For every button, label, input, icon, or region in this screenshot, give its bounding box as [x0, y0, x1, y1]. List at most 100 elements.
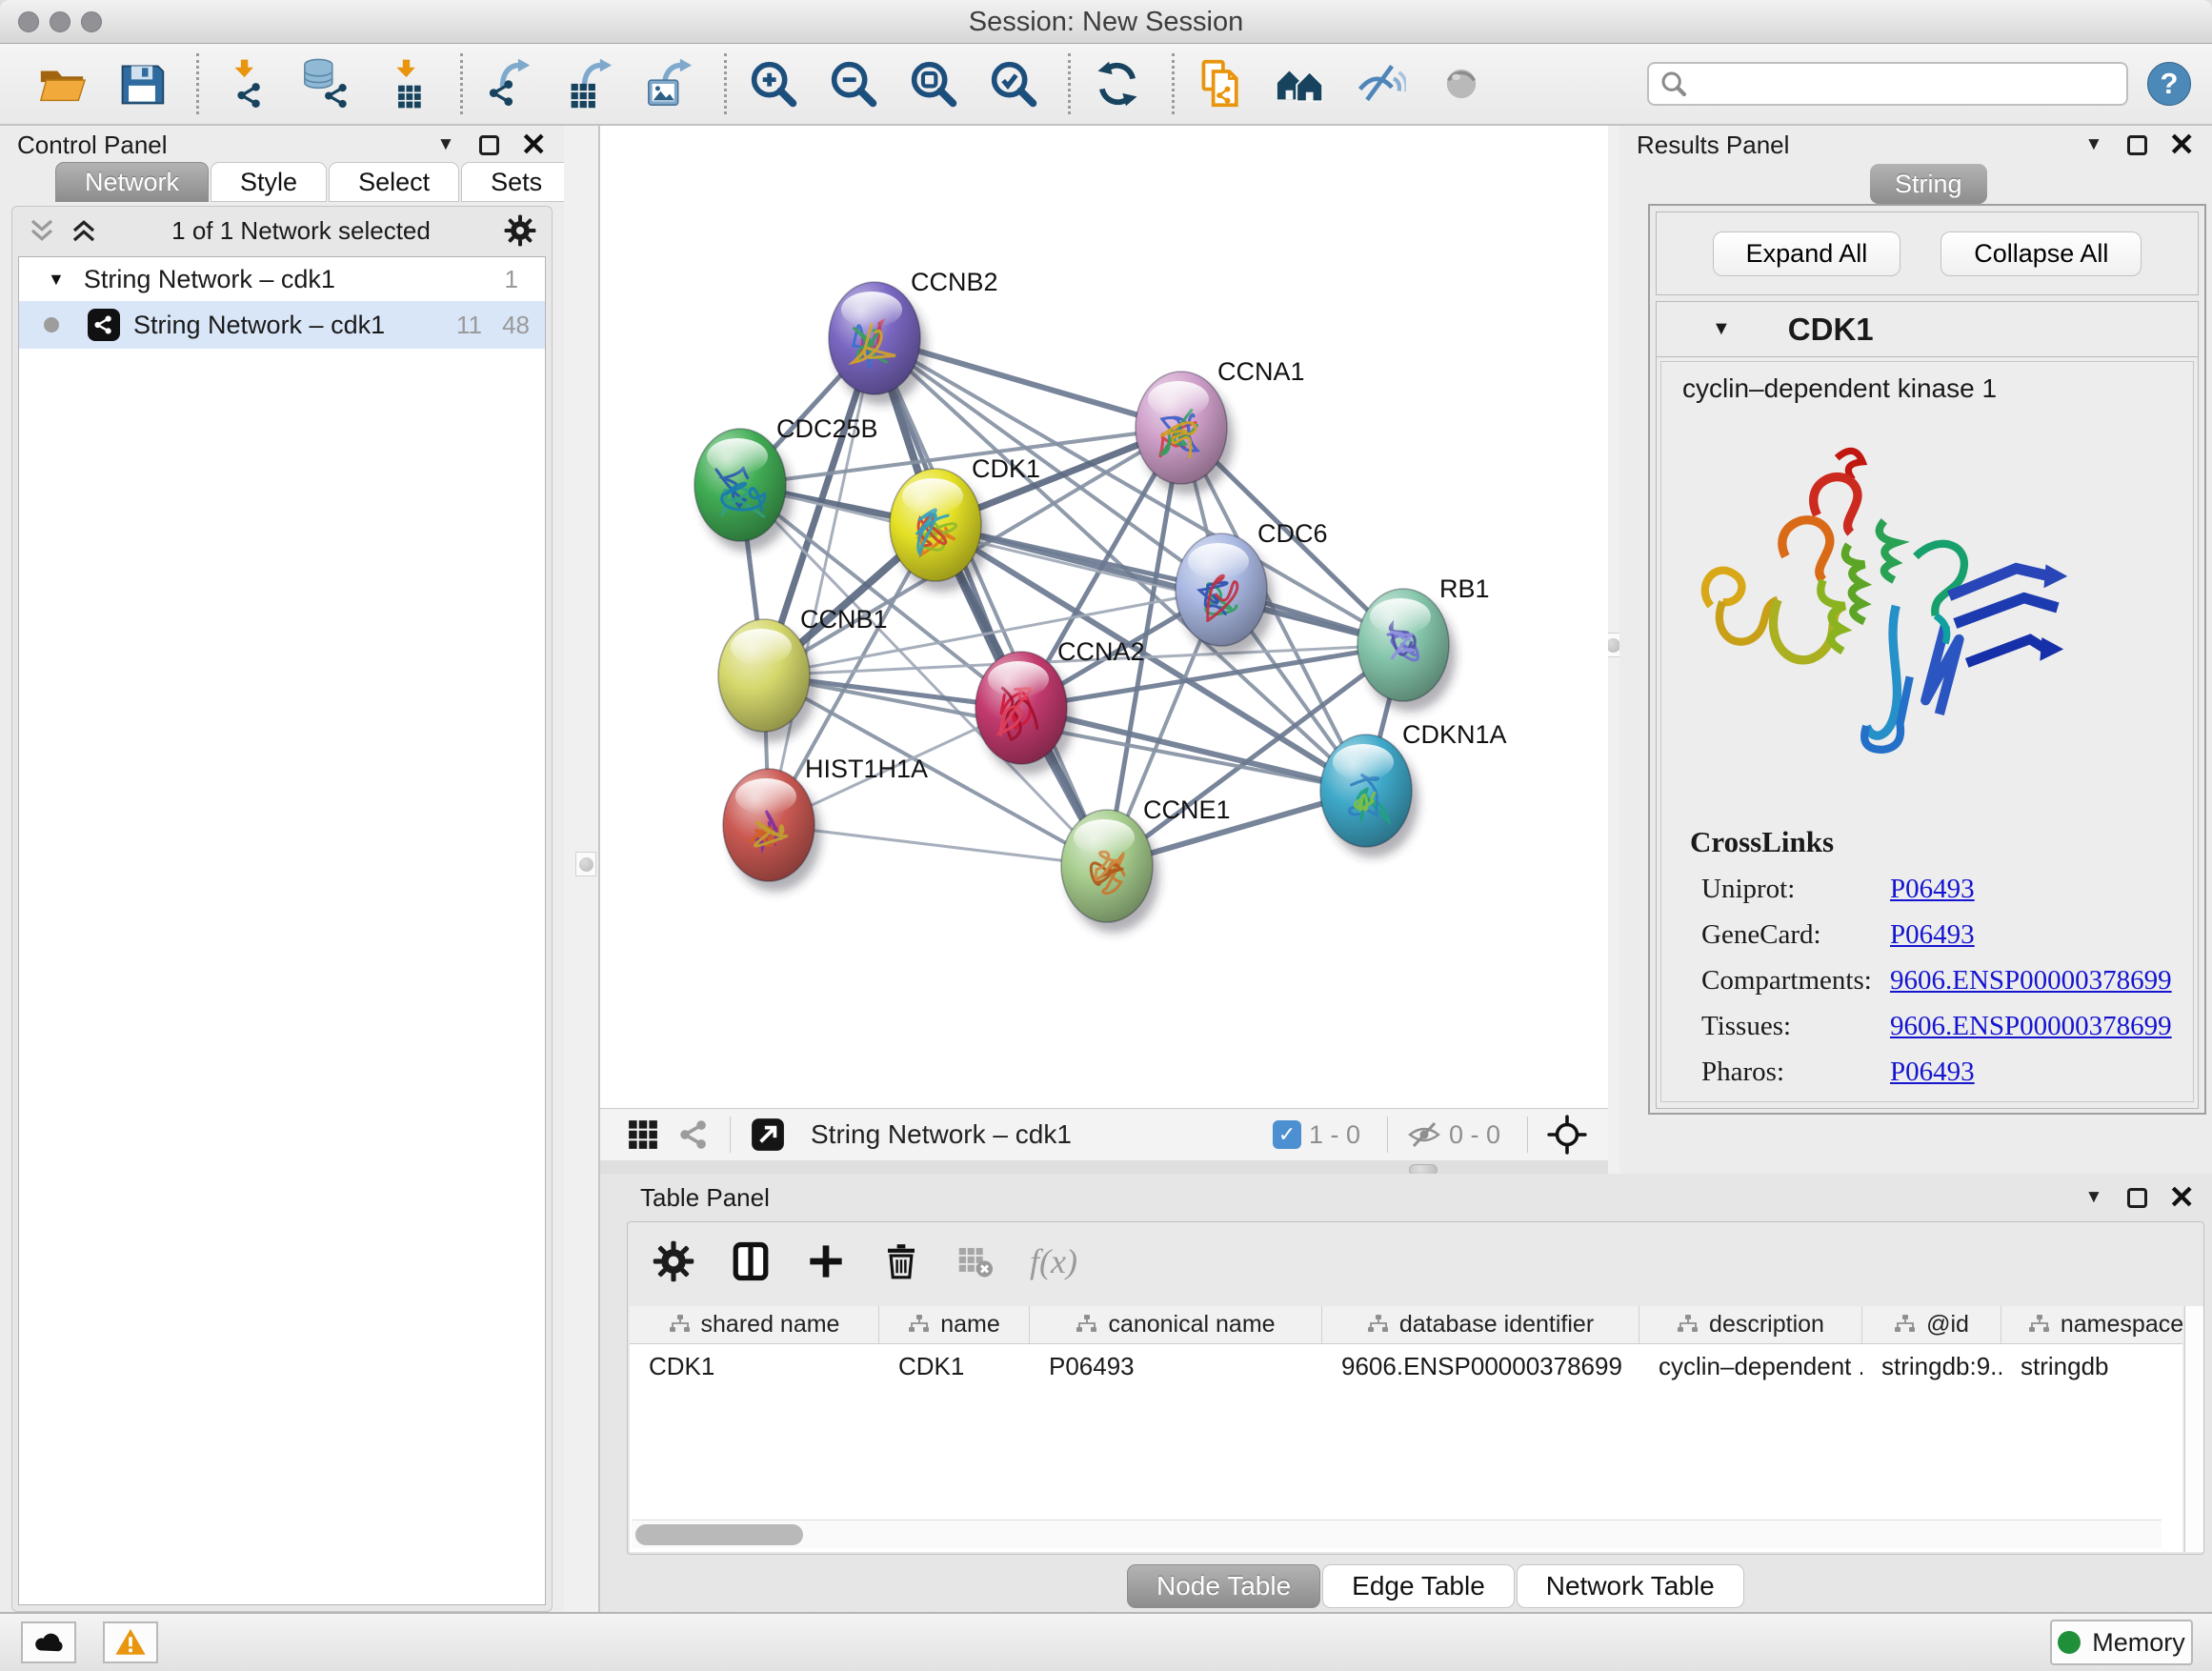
- open-session-button[interactable]: [32, 54, 91, 113]
- network-options-gear-icon[interactable]: [504, 214, 536, 247]
- import-database-icon: [300, 58, 352, 110]
- export-network-button[interactable]: [480, 54, 539, 113]
- import-network-database-button[interactable]: [296, 54, 355, 113]
- table-options-gear-icon[interactable]: [653, 1240, 694, 1282]
- column-header--id[interactable]: @id: [1862, 1306, 2001, 1343]
- tab-node-table[interactable]: Node Table: [1127, 1564, 1320, 1608]
- minimize-window-button[interactable]: [50, 11, 70, 32]
- show-columns-icon[interactable]: [731, 1241, 771, 1281]
- cloud-status-button[interactable]: [21, 1621, 76, 1663]
- tab-style[interactable]: Style: [211, 162, 327, 202]
- column-header-description[interactable]: description: [1639, 1306, 1862, 1343]
- node-label: CDC6: [1257, 519, 1328, 548]
- tab-sets[interactable]: Sets: [461, 162, 572, 202]
- crosslink-link[interactable]: P06493: [1890, 1057, 1975, 1088]
- vertical-splitter-left[interactable]: [564, 126, 600, 1612]
- table-horizontal-scrollbar[interactable]: [632, 1520, 2162, 1548]
- vertical-splitter-right[interactable]: [1608, 126, 1619, 1174]
- network-canvas[interactable]: CCNB2CCNA1CDC25BCDK1CDC6RB1CCNB1CCNA2CDK…: [600, 126, 1608, 1108]
- column-header-canonical-name[interactable]: canonical name: [1030, 1306, 1322, 1343]
- tab-string[interactable]: String: [1870, 164, 1987, 204]
- import-network-file-button[interactable]: [216, 54, 275, 113]
- column-header-shared-name[interactable]: shared name: [630, 1306, 879, 1343]
- warnings-button[interactable]: [103, 1621, 158, 1663]
- tab-network-table[interactable]: Network Table: [1517, 1564, 1744, 1608]
- network-collection-row[interactable]: ▼ String Network – cdk1 1: [19, 257, 545, 301]
- panel-float-icon[interactable]: [2127, 135, 2147, 155]
- network-row-selected[interactable]: String Network – cdk1 11 48: [19, 301, 545, 349]
- column-tree-icon: [669, 1314, 692, 1337]
- network-edge[interactable]: [769, 338, 875, 825]
- crosslink-link[interactable]: 9606.ENSP00000378699: [1890, 1011, 2172, 1042]
- network-node-CDKN1A[interactable]: [1320, 735, 1418, 857]
- detach-view-icon[interactable]: [750, 1117, 786, 1153]
- tab-network[interactable]: Network: [55, 162, 209, 202]
- expand-all-button[interactable]: Expand All: [1713, 232, 1901, 276]
- network-node-RB1[interactable]: [1357, 589, 1456, 712]
- string-home-button[interactable]: [1272, 54, 1331, 113]
- crosslink-link[interactable]: P06493: [1890, 874, 1975, 905]
- panel-menu-icon[interactable]: ▼: [437, 134, 455, 155]
- enhanced-graphics-toggle-button[interactable]: [1352, 54, 1411, 113]
- panel-menu-icon[interactable]: ▼: [2085, 134, 2103, 155]
- panel-float-icon[interactable]: [479, 135, 499, 155]
- network-node-CCNA2[interactable]: [975, 652, 1074, 775]
- network-node-HIST1H1A[interactable]: [723, 769, 821, 892]
- search-input[interactable]: [1695, 70, 2115, 99]
- panel-close-icon[interactable]: ✕: [2168, 135, 2195, 154]
- zoom-fit-button[interactable]: [904, 54, 963, 113]
- memory-button[interactable]: Memory: [2050, 1620, 2193, 1665]
- network-node-CCNA1[interactable]: [1136, 372, 1234, 494]
- close-window-button[interactable]: [18, 11, 39, 32]
- expand-all-networks-icon[interactable]: [70, 216, 98, 245]
- network-node-CDK1[interactable]: [890, 469, 988, 592]
- panel-float-icon[interactable]: [2127, 1188, 2147, 1208]
- control-panel-title: Control Panel: [17, 131, 168, 160]
- panel-menu-icon[interactable]: ▼: [2085, 1187, 2103, 1208]
- string-import-button[interactable]: [1192, 54, 1251, 113]
- export-image-button[interactable]: [640, 54, 699, 113]
- tab-edge-table[interactable]: Edge Table: [1322, 1564, 1515, 1608]
- cloud-icon: [32, 1626, 65, 1659]
- zoom-selected-button[interactable]: [984, 54, 1043, 113]
- column-header-namespace[interactable]: namespace: [2001, 1306, 2182, 1343]
- network-node-CCNB2[interactable]: [829, 282, 927, 405]
- collapse-all-networks-icon[interactable]: [28, 216, 56, 245]
- collapse-all-button[interactable]: Collapse All: [1941, 232, 2142, 276]
- grid-view-icon[interactable]: [627, 1118, 659, 1151]
- export-table-button[interactable]: [560, 54, 619, 113]
- crosslink-row: Pharos:P06493: [1690, 1057, 2172, 1088]
- scrollbar-thumb[interactable]: [635, 1524, 803, 1545]
- network-edge[interactable]: [935, 525, 1403, 645]
- add-column-icon[interactable]: [807, 1242, 845, 1280]
- network-edge[interactable]: [875, 338, 1107, 866]
- network-node-CCNE1[interactable]: [1061, 810, 1159, 933]
- crosslink-link[interactable]: P06493: [1890, 919, 1975, 951]
- section-expander-icon[interactable]: ▼: [1712, 318, 1731, 340]
- splitter-handle[interactable]: [575, 852, 596, 876]
- panel-close-icon[interactable]: ✕: [520, 135, 547, 154]
- panel-close-icon[interactable]: ✕: [2168, 1188, 2195, 1207]
- node-details-header[interactable]: ▼ CDK1: [1657, 302, 2198, 357]
- table-row[interactable]: CDK1CDK1P064939606.ENSP00000378699cyclin…: [630, 1344, 2182, 1388]
- zoom-window-button[interactable]: [81, 11, 102, 32]
- help-button[interactable]: ?: [2147, 62, 2191, 106]
- delete-column-icon[interactable]: [881, 1241, 921, 1281]
- zoom-out-button[interactable]: [824, 54, 883, 113]
- crosslink-link[interactable]: 9606.ENSP00000378699: [1890, 965, 2172, 997]
- zoom-in-button[interactable]: [744, 54, 803, 113]
- tab-select[interactable]: Select: [329, 162, 459, 202]
- node-label: HIST1H1A: [805, 755, 928, 783]
- show-hide-toggle-button[interactable]: [1432, 54, 1491, 113]
- save-session-button[interactable]: [112, 54, 171, 113]
- network-share-icon[interactable]: [678, 1118, 711, 1151]
- network-node-CDC6[interactable]: [1176, 534, 1274, 656]
- apply-layout-button[interactable]: [1088, 54, 1147, 113]
- collection-expander-icon[interactable]: ▼: [48, 270, 65, 290]
- column-header-name[interactable]: name: [879, 1306, 1030, 1343]
- column-header-database-identifier[interactable]: database identifier: [1322, 1306, 1639, 1343]
- selected-checkbox-icon[interactable]: ✓: [1273, 1120, 1301, 1149]
- table-vertical-scrollbar[interactable]: [2184, 1306, 2203, 1552]
- birds-eye-view-icon[interactable]: [1547, 1115, 1587, 1155]
- import-table-file-button[interactable]: [376, 54, 435, 113]
